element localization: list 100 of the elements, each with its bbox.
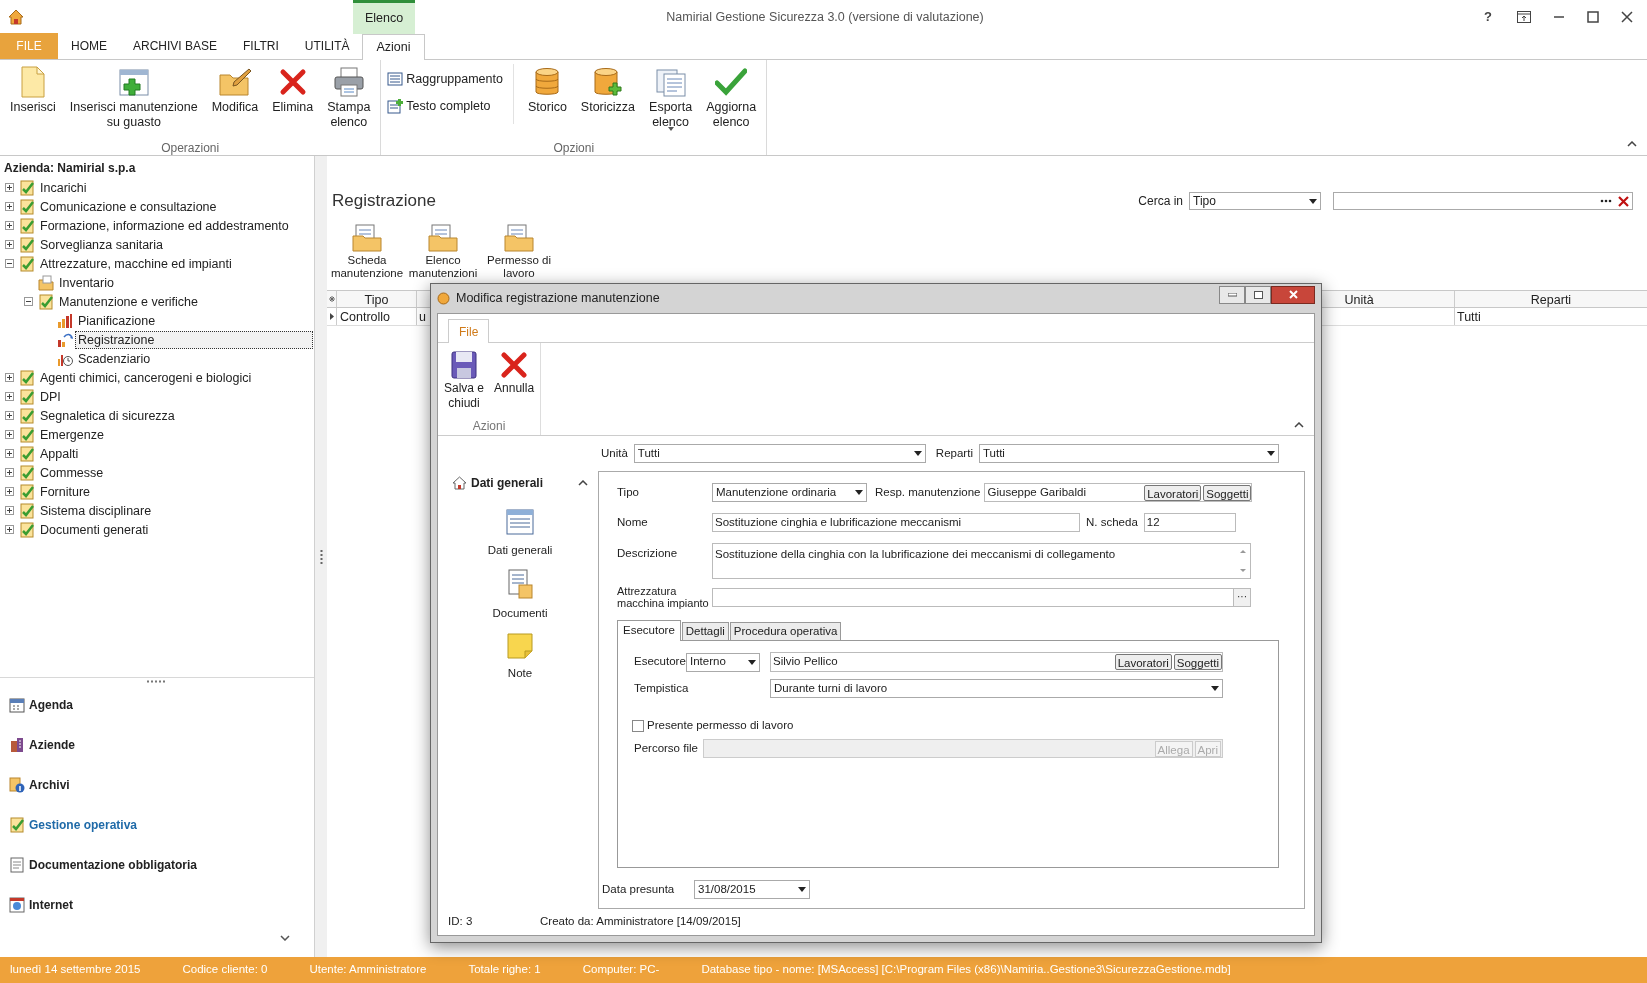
splitter-grip-icon (146, 680, 168, 683)
help-button[interactable]: ? (1481, 7, 1495, 27)
maximize-button[interactable] (1245, 285, 1271, 304)
tree-item[interactable]: DPI (37, 387, 64, 406)
row-selector-icon (328, 296, 335, 302)
house-icon (8, 9, 24, 25)
field-button[interactable]: Lavoratori (1144, 484, 1202, 501)
tree-item[interactable]: Comunicazione e consultazione (37, 197, 220, 216)
ribbon-button[interactable]: Raggruppamento (387, 70, 503, 89)
tree-item[interactable]: Scadenziario (75, 349, 154, 368)
ribbon-tab[interactable]: HOME (58, 33, 120, 59)
nav-item[interactable]: Aziende (29, 736, 75, 754)
field-label: Presente permesso di lavoro (647, 718, 794, 734)
sidebar-item[interactable]: Note (452, 632, 588, 682)
table-cell: u (419, 310, 426, 324)
field-button[interactable]: Soggetti (1203, 484, 1252, 501)
checkbox[interactable] (632, 720, 644, 732)
checked-document-icon (19, 464, 35, 481)
document-icon (507, 569, 533, 600)
nav-item[interactable]: Documentazione obbligatoria (29, 856, 197, 874)
dialog-title: Modifica registrazione manutenzione (456, 290, 660, 308)
tree-item[interactable]: Attrezzature, macchine ed impianti (37, 254, 235, 273)
delete-icon (500, 351, 529, 379)
tree-item[interactable]: Appalti (37, 444, 82, 463)
toolbar-button[interactable]: Permesso di lavoro (483, 222, 555, 284)
ribbon-button[interactable]: Stampa elenco (323, 64, 375, 130)
collapse-icon (5, 259, 14, 268)
dropdown[interactable]: Durante turni di lavoro (770, 679, 1223, 698)
tree-item[interactable]: Pianificazione (75, 311, 159, 330)
nav-item[interactable]: Internet (29, 896, 73, 914)
ribbon-button[interactable]: Salva e chiudi (444, 349, 485, 417)
ribbon-button[interactable]: Esporta elenco (645, 64, 697, 131)
dropdown-arrow-icon (1211, 686, 1219, 691)
ribbon-button[interactable]: Annulla (494, 349, 535, 417)
tab[interactable]: Procedura operativa (729, 622, 842, 640)
close-button[interactable] (1271, 285, 1315, 304)
field-button[interactable]: Soggetti (1173, 654, 1222, 670)
tree-item[interactable]: Segnaletica di sicurezza (37, 406, 178, 425)
tree-item[interactable]: Forniture (37, 482, 94, 501)
tree-item[interactable]: Sistema disciplinare (37, 501, 155, 520)
ribbon-button[interactable]: Inserisci (6, 64, 60, 115)
delete-icon (278, 68, 307, 96)
documents-icon (655, 67, 686, 97)
ribbon-tab[interactable]: ARCHIVI BASE (120, 33, 231, 59)
dropdown[interactable]: Tutti (978, 444, 1279, 463)
expand-icon (5, 430, 14, 439)
browse-button[interactable]: ··· (1233, 588, 1250, 606)
tab[interactable]: Esecutore (617, 620, 681, 641)
ribbon-button[interactable]: Storicizza (576, 64, 640, 115)
text-field[interactable]: Giuseppe Garibaldi Lavoratori Soggetti (984, 483, 1253, 502)
date-field[interactable]: 31/08/2015 (694, 880, 810, 899)
ribbon-button[interactable]: Testo completo (387, 96, 503, 116)
tree-item[interactable]: Inventario (56, 273, 117, 292)
window-plus-icon (118, 67, 149, 97)
tree-item[interactable]: Agenti chimici, cancerogeni e biologici (37, 368, 255, 387)
ribbon-button[interactable]: Inserisci manutenzione su guasto (65, 64, 202, 130)
field-label: Tipo (617, 484, 640, 500)
field-label: Esecutore (634, 654, 686, 670)
nav-item[interactable]: Gestione operativa (29, 816, 138, 834)
sidebar-item[interactable]: Dati generali (452, 508, 588, 560)
tree-item[interactable]: Manutenzione e verifiche (56, 292, 201, 311)
checked-document-icon (19, 388, 35, 405)
dropdown-arrow-icon (667, 127, 674, 131)
expand-icon (5, 468, 14, 477)
text-field[interactable]: Sostituzione cinghia e lubrificazione meccanismi (712, 513, 1080, 532)
text-field[interactable]: ··· (712, 587, 1251, 607)
search-field[interactable] (1333, 192, 1633, 210)
ribbon-button[interactable]: Modifica (207, 64, 263, 115)
ribbon-tab[interactable]: Azioni (362, 34, 425, 60)
company-header: Azienda: Namirial s.p.a (3, 160, 137, 176)
text-field[interactable]: 12 (1143, 513, 1236, 532)
status-text: Utente: Amministratore (309, 962, 427, 978)
section-title[interactable]: Dati generali (471, 474, 544, 492)
field-button[interactable]: Lavoratori (1114, 654, 1172, 670)
tree-item[interactable]: Incarichi (37, 178, 90, 197)
building-icon (9, 737, 25, 753)
dropdown[interactable]: Interno (686, 652, 760, 672)
text-area[interactable]: Sostituzione della cinghia con la lubrificazione dei meccanismi di collegamento (712, 543, 1251, 579)
toolbar-button[interactable]: Elenco manutenzioni (407, 222, 479, 284)
ribbon-tab[interactable]: UTILITÀ (291, 33, 363, 59)
tree-item[interactable]: Registrazione (75, 330, 313, 349)
text-field[interactable]: Silvio Pellico Lavoratori Soggetti (770, 652, 1223, 672)
ribbon-button[interactable]: Elimina (268, 64, 318, 115)
tab[interactable]: Dettagli (681, 622, 729, 640)
toolbar-button[interactable]: Scheda manutenzione (331, 222, 403, 284)
search-field-dropdown[interactable]: Tipo (1189, 192, 1321, 210)
field-label: Percorso file (634, 740, 699, 756)
nav-item[interactable]: Archivi (29, 776, 70, 794)
tree-item[interactable]: Documenti generati (37, 520, 152, 539)
tree-item[interactable]: Sorveglianza sanitaria (37, 235, 166, 254)
ribbon-tab[interactable]: FILTRI (230, 33, 292, 59)
tree-item[interactable]: Commesse (37, 463, 107, 482)
nav-item[interactable]: Agenda (29, 696, 73, 714)
sidebar-item[interactable]: Documenti (452, 569, 588, 623)
ribbon-button[interactable]: Aggiorna elenco (702, 64, 761, 130)
dropdown[interactable]: Manutenzione ordinaria (712, 483, 867, 502)
dropdown[interactable]: Tutti (633, 444, 926, 463)
tree-item[interactable]: Emergenze (37, 425, 107, 444)
ribbon-button[interactable]: Storico (523, 64, 571, 115)
tree-item[interactable]: Formazione, informazione ed addestramento (37, 216, 292, 235)
